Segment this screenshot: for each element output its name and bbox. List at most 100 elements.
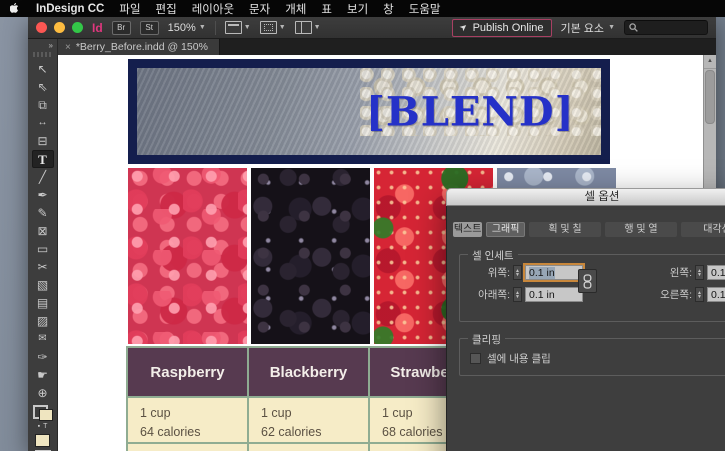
chevron-down-icon: ▼	[243, 24, 251, 31]
hand-tool[interactable]: ☛	[32, 366, 54, 384]
page-tool[interactable]: ⧉	[32, 96, 54, 114]
dialog-body: 텍스트 그래픽 획 및 칠 행 및 열 대각선 셀 인세트 위쪽: ▲▼ 0.1…	[446, 206, 725, 451]
inset-bottom-label: 아래쪽:	[478, 289, 510, 301]
table-cell[interactable]	[128, 444, 247, 451]
table-header-cell[interactable]: Blackberry	[249, 348, 368, 396]
selection-tool[interactable]: ↖	[32, 60, 54, 78]
screen-mode-icon	[259, 21, 277, 34]
content-collector-tool[interactable]: ⊟	[32, 132, 54, 150]
tools-panel: » ↖ ⇖ ⧉ ↔ ⊟ T ╱ ✒ ✎ ⊠ ▭ ✂ ▧ ▤ ▨ ✉ ✑ ☛ ⊕	[28, 39, 58, 451]
arrange-documents-dropdown[interactable]: ▼	[294, 21, 321, 34]
tab-strokes-fills[interactable]: 획 및 칠	[529, 222, 601, 237]
table-header-cell[interactable]: Raspberry	[128, 348, 247, 396]
gap-tool[interactable]: ↔	[32, 114, 54, 132]
fill-swatch[interactable]	[38, 409, 53, 421]
stepper-icon[interactable]: ▲ ▼	[513, 287, 522, 302]
menu-type[interactable]: 문자	[249, 1, 270, 17]
inset-top-field[interactable]: 0.1 in	[523, 263, 585, 282]
clip-contents-checkbox[interactable]	[470, 353, 481, 364]
screen-mode-dropdown[interactable]: ▼	[259, 21, 286, 34]
tab-rows-columns[interactable]: 행 및 열	[605, 222, 677, 237]
gradient-feather-tool[interactable]: ▨	[32, 312, 54, 330]
raspberry-photo[interactable]	[128, 168, 247, 344]
close-tab-icon[interactable]: ×	[65, 42, 71, 53]
stock-button[interactable]: St	[139, 20, 159, 35]
close-window-button[interactable]	[36, 22, 47, 33]
formatting-affects-container-icon[interactable]: ▪	[38, 423, 40, 430]
calorie-count: 68 calories	[382, 425, 443, 440]
menu-file[interactable]: 파일	[119, 1, 140, 17]
scrollbar-thumb[interactable]	[705, 70, 715, 124]
search-box[interactable]	[624, 20, 708, 35]
tab-diagonal-lines[interactable]: 대각선	[681, 222, 725, 237]
zoom-level-value: 150%	[167, 21, 196, 34]
tab-text[interactable]: 텍스트	[453, 222, 483, 237]
stepper-icon[interactable]: ▲ ▼	[695, 287, 704, 302]
direct-selection-tool[interactable]: ⇖	[32, 78, 54, 96]
menu-table[interactable]: 표	[321, 1, 332, 17]
line-tool[interactable]: ╱	[32, 168, 54, 186]
inset-right-value: 0.1 in	[711, 289, 725, 301]
menu-window[interactable]: 창	[383, 1, 394, 17]
inset-bottom-row: 아래쪽: ▲ ▼ 0.1 in	[464, 287, 583, 302]
apply-color-button[interactable]	[35, 434, 50, 447]
menu-layout[interactable]: 레이아웃	[192, 1, 234, 17]
view-options-dropdown[interactable]: ▼	[224, 21, 251, 34]
inset-left-field[interactable]: 0.1 in	[707, 265, 725, 280]
apple-menu-icon[interactable]	[10, 2, 21, 15]
gradient-swatch-tool[interactable]: ▤	[32, 294, 54, 312]
zoom-window-button[interactable]	[72, 22, 83, 33]
note-tool[interactable]: ✉	[32, 330, 54, 348]
panel-grip[interactable]	[33, 52, 52, 57]
dialog-title[interactable]: 셀 옵션	[446, 188, 725, 206]
table-cell[interactable]: 1 cup 62 calories	[249, 398, 368, 442]
cell-options-dialog: 셀 옵션 텍스트 그래픽 획 및 칠 행 및 열 대각선 셀 인세트 위쪽: ▲…	[446, 188, 725, 451]
menu-object[interactable]: 개체	[285, 1, 306, 17]
frame-tool[interactable]: ⊠	[32, 222, 54, 240]
clip-contents-row[interactable]: 셀에 내용 클립	[470, 351, 551, 366]
menu-view[interactable]: 보기	[347, 1, 368, 17]
formatting-affects-text-icon[interactable]: T	[43, 423, 47, 430]
pencil-tool[interactable]: ✎	[32, 204, 54, 222]
inset-right-field[interactable]: 0.1 in	[707, 287, 725, 302]
serving-size: 1 cup	[382, 406, 413, 420]
menu-indesign[interactable]: InDesign CC	[36, 3, 104, 15]
blackberry-photo[interactable]	[251, 168, 370, 344]
menu-edit[interactable]: 편집	[156, 1, 177, 17]
scroll-up-arrow[interactable]: ▲	[704, 55, 716, 69]
inset-left-label: 왼쪽:	[669, 267, 692, 279]
rectangle-tool[interactable]: ▭	[32, 240, 54, 258]
workspace-label: 기본 요소	[560, 22, 605, 35]
bridge-button[interactable]: Br	[111, 20, 131, 35]
publish-online-label: Publish Online	[472, 21, 544, 34]
inset-top-row: 위쪽: ▲ ▼ 0.1 in	[464, 263, 585, 282]
document-tab[interactable]: × *Berry_Before.indd @ 150%	[58, 39, 220, 55]
minimize-window-button[interactable]	[54, 22, 65, 33]
divider	[214, 20, 216, 35]
inset-bottom-field[interactable]: 0.1 in	[525, 287, 583, 302]
zoom-tool[interactable]: ⊕	[32, 384, 54, 402]
inset-top-label: 위쪽:	[487, 267, 510, 279]
workspace-switcher[interactable]: 기본 요소 ▼	[561, 20, 615, 36]
zoom-level-dropdown[interactable]: 150% ▼	[168, 22, 206, 34]
blend-banner-frame[interactable]: [BLEND]	[128, 59, 610, 164]
publish-online-button[interactable]: ➤ Publish Online	[452, 18, 552, 37]
eyedropper-tool[interactable]: ✑	[32, 348, 54, 366]
table-cell[interactable]: 1 cup 64 calories	[128, 398, 247, 442]
make-all-settings-same-button[interactable]	[578, 269, 597, 293]
free-transform-tool[interactable]: ▧	[32, 276, 54, 294]
fill-stroke-swatches[interactable]	[32, 405, 53, 421]
tab-graphic[interactable]: 그래픽	[486, 222, 525, 237]
stepper-icon[interactable]: ▲ ▼	[695, 265, 704, 280]
table-cell[interactable]	[249, 444, 368, 451]
pen-tool[interactable]: ✒	[32, 186, 54, 204]
panel-collapse-button[interactable]: »	[28, 41, 57, 51]
inset-right-row: 오른쪽: ▲▼ 0.1 in	[646, 287, 725, 302]
type-tool[interactable]: T	[31, 150, 54, 168]
stepper-icon[interactable]: ▲ ▼	[513, 265, 522, 280]
calorie-count: 62 calories	[261, 425, 322, 440]
scissors-tool[interactable]: ✂	[32, 258, 54, 276]
publish-arrow-icon: ➤	[457, 20, 470, 34]
search-input[interactable]	[641, 21, 703, 34]
menu-help[interactable]: 도움말	[409, 1, 441, 17]
